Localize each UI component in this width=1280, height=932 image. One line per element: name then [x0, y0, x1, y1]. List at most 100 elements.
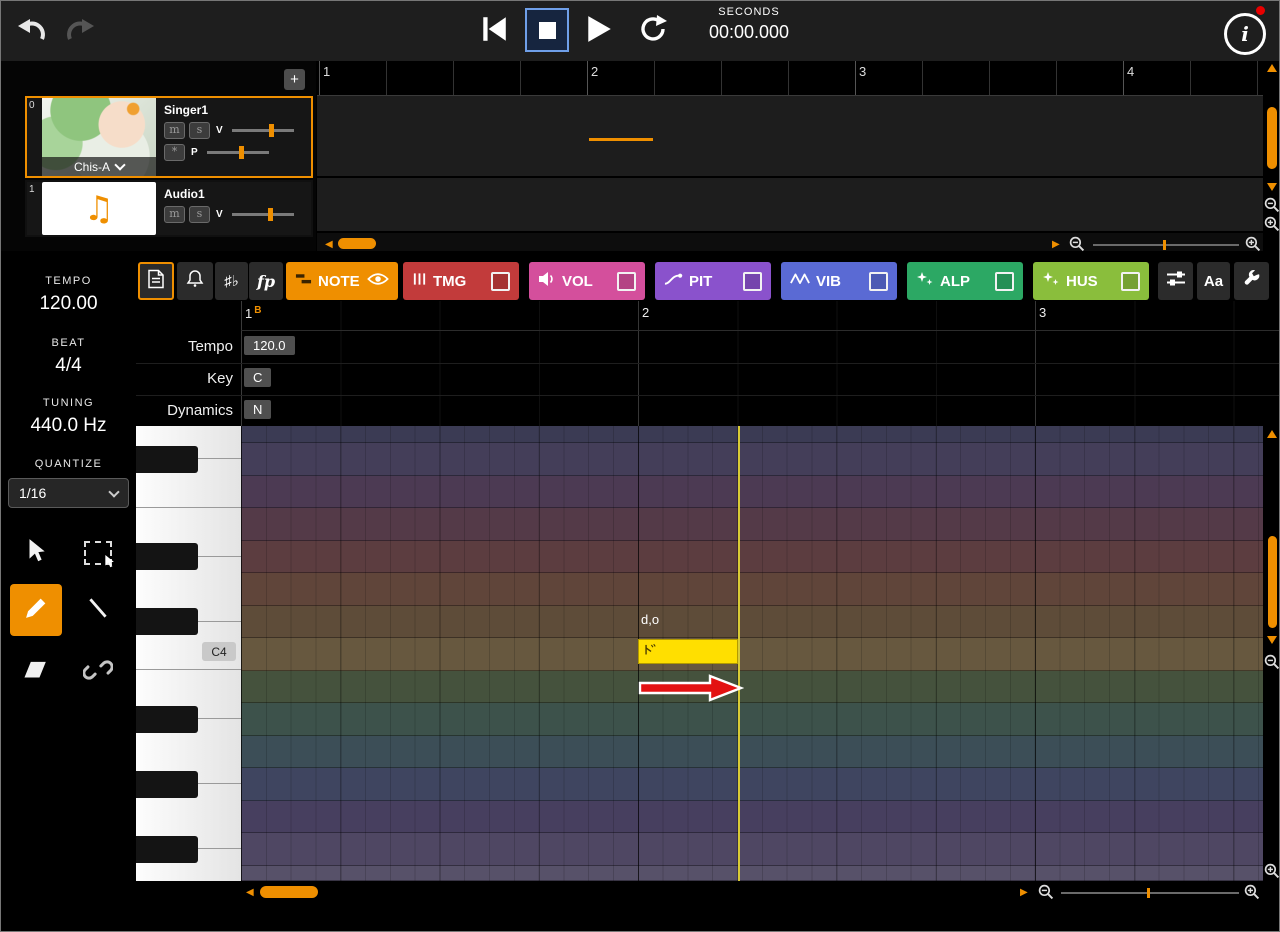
scroll-up-arrow[interactable]: [1267, 64, 1277, 72]
piano-key-black[interactable]: [136, 706, 198, 733]
voice-select[interactable]: Chis-A: [42, 157, 156, 176]
pitch-row[interactable]: [241, 541, 1263, 574]
scroll-right-arrow[interactable]: ▶: [1020, 887, 1028, 899]
volume-slider[interactable]: [232, 129, 294, 132]
tempo-row-value[interactable]: 120.0: [244, 336, 295, 355]
editor-zoom-slider-handle[interactable]: [1147, 888, 1150, 898]
tab-vib[interactable]: VIB: [781, 262, 897, 300]
solo-button[interactable]: s: [189, 122, 210, 139]
bell-tool-button[interactable]: [177, 262, 213, 300]
volume-slider-handle[interactable]: [268, 208, 273, 221]
editor-hscroll-handle[interactable]: [260, 886, 318, 898]
pitch-row[interactable]: [241, 508, 1263, 541]
pitch-row[interactable]: [241, 443, 1263, 476]
track-row-singer[interactable]: 0 Chis-A Singer1 m s V * P: [25, 96, 313, 178]
pitch-row[interactable]: [241, 801, 1263, 834]
loop-button[interactable]: [637, 14, 669, 49]
cursor-tool-button[interactable]: [10, 527, 62, 579]
pitch-row[interactable]: [241, 736, 1263, 769]
zoom-in-button[interactable]: [1264, 216, 1280, 237]
note-grid[interactable]: d,o ド: [241, 426, 1263, 881]
tab-hus[interactable]: HUS: [1033, 262, 1149, 300]
quantize-select[interactable]: 1/16: [8, 478, 129, 508]
scroll-left-arrow[interactable]: ◀: [246, 887, 254, 899]
line-tool-button[interactable]: [72, 584, 124, 636]
scroll-down-arrow[interactable]: [1267, 636, 1277, 644]
lyric-tool-button[interactable]: [138, 262, 174, 300]
zoom-out-button[interactable]: [1069, 236, 1085, 257]
arrange-hscroll-handle[interactable]: [338, 238, 376, 249]
arrange-zoom-slider-handle[interactable]: [1163, 240, 1166, 250]
tmg-checkbox[interactable]: [491, 272, 510, 291]
tab-note[interactable]: NOTE: [286, 262, 398, 300]
arrange-ruler[interactable]: 1 2 3 4: [317, 61, 1263, 96]
dynamics-row-value[interactable]: N: [244, 400, 271, 419]
eraser-tool-button[interactable]: [10, 646, 62, 698]
arrange-clip[interactable]: [589, 138, 653, 141]
sharp-flat-button[interactable]: ♯♭: [215, 262, 248, 300]
info-button[interactable]: i: [1224, 13, 1266, 55]
play-button[interactable]: [585, 14, 613, 49]
stop-button[interactable]: [525, 8, 569, 52]
add-track-button[interactable]: +: [284, 69, 305, 90]
scroll-up-arrow[interactable]: [1267, 430, 1277, 438]
piano-key-black[interactable]: [136, 836, 198, 863]
volume-slider-handle[interactable]: [269, 124, 274, 137]
visibility-eye-icon[interactable]: [367, 272, 389, 291]
mute-button[interactable]: m: [164, 122, 185, 139]
settings-wrench-button[interactable]: [1234, 262, 1269, 300]
arrange-lane-singer[interactable]: [317, 96, 1263, 178]
singer-avatar[interactable]: Chis-A: [42, 98, 156, 176]
solo-button[interactable]: s: [189, 206, 210, 223]
arrange-lanes[interactable]: [317, 96, 1263, 233]
undo-button[interactable]: [15, 15, 47, 50]
track-row-audio[interactable]: 1 ♫ Audio1 m s V: [25, 180, 313, 237]
skip-to-start-button[interactable]: [479, 14, 509, 49]
zoom-out-button[interactable]: [1264, 197, 1280, 218]
pitch-row[interactable]: [241, 573, 1263, 606]
piano-key-black[interactable]: [136, 608, 198, 635]
vol-checkbox[interactable]: [617, 272, 636, 291]
pan-slider-handle[interactable]: [239, 146, 244, 159]
tab-alp[interactable]: ALP: [907, 262, 1023, 300]
pit-checkbox[interactable]: [743, 272, 762, 291]
pencil-tool-button[interactable]: [10, 584, 62, 636]
text-style-button[interactable]: Aa: [1197, 262, 1230, 300]
pitch-row[interactable]: [241, 638, 1263, 671]
pitch-row[interactable]: [241, 703, 1263, 736]
audio-thumbnail[interactable]: ♫: [42, 182, 156, 235]
snowflake-button[interactable]: *: [164, 144, 185, 161]
pitch-row[interactable]: [241, 768, 1263, 801]
pitch-row[interactable]: [241, 671, 1263, 704]
pitch-row[interactable]: [241, 866, 1263, 882]
arrange-area[interactable]: 1 2 3 4 ◀ ▶: [317, 61, 1263, 251]
pitch-row[interactable]: [241, 606, 1263, 639]
vib-checkbox[interactable]: [869, 272, 888, 291]
pitch-row[interactable]: [241, 476, 1263, 509]
mixer-button[interactable]: [1158, 262, 1193, 300]
scroll-left-arrow[interactable]: ◀: [325, 239, 333, 251]
redo-button[interactable]: [65, 15, 97, 50]
zoom-out-button[interactable]: [1264, 654, 1280, 675]
tab-pit[interactable]: PIT: [655, 262, 771, 300]
key-row-value[interactable]: C: [244, 368, 271, 387]
scroll-right-arrow[interactable]: ▶: [1052, 239, 1060, 251]
piano-key-black[interactable]: [136, 543, 198, 570]
note-block[interactable]: ド: [638, 639, 738, 664]
piano-key-black[interactable]: [136, 771, 198, 798]
arrange-vscroll-handle[interactable]: [1267, 107, 1277, 169]
editor-zoom-slider[interactable]: [1061, 892, 1239, 894]
zoom-in-button[interactable]: [1244, 884, 1260, 905]
piano-key-black[interactable]: [136, 446, 198, 473]
pitch-row[interactable]: [241, 426, 1263, 443]
pan-slider[interactable]: [207, 151, 269, 154]
unlink-tool-button[interactable]: [72, 646, 124, 698]
zoom-out-button[interactable]: [1038, 884, 1054, 905]
arrange-zoom-slider[interactable]: [1093, 244, 1239, 246]
scroll-down-arrow[interactable]: [1267, 183, 1277, 191]
alp-checkbox[interactable]: [995, 272, 1014, 291]
marquee-select-tool-button[interactable]: [72, 527, 124, 579]
hus-checkbox[interactable]: [1121, 272, 1140, 291]
dynamics-button[interactable]: fp: [249, 262, 283, 300]
piano-roll-vscroll-handle[interactable]: [1268, 536, 1277, 628]
